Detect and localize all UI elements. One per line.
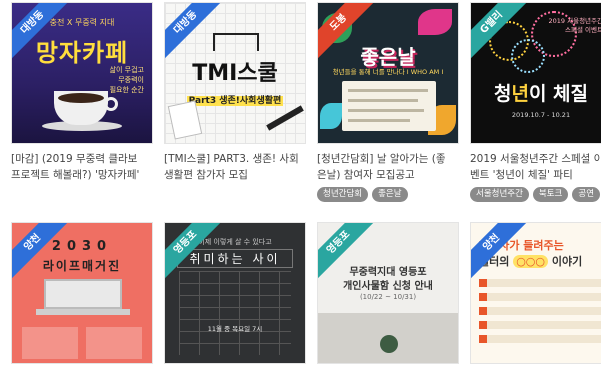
- schedule-line: [348, 89, 428, 92]
- paper-graphic: [167, 100, 203, 140]
- tag-list: 청년간담회 좋은날: [317, 187, 459, 202]
- card-thumbnail[interactable]: 영등포 이제 이렇게 살 수 있다고 취미하는 사이 11월 중 목요일 7시: [164, 222, 306, 364]
- card-thumbnail[interactable]: 양천 현직자가 들려주는 월터의 ○○○ 이야기: [470, 222, 601, 364]
- thumb-subtitle: 청년들을 통해 너를 만나다 I WHO AM I: [332, 68, 444, 76]
- school-roof-graphic: [213, 33, 259, 51]
- schedule-line: [348, 119, 410, 122]
- pen-graphic: [266, 105, 304, 131]
- schedule-line: [348, 109, 424, 112]
- thumb-title: 청년이 체질: [493, 83, 589, 105]
- schedule-row: [479, 293, 601, 301]
- thumb-side-text: 삶이 무겁고 무중력이 필요한 순간: [109, 66, 144, 94]
- info-column: [22, 327, 78, 359]
- district-badge: 대방동: [165, 3, 225, 62]
- card-caption[interactable]: [청년간담회] 날 알아가는 (좋은날) 참여자 모집공고: [317, 151, 459, 183]
- tag-chip[interactable]: 좋은날: [372, 187, 408, 202]
- program-card[interactable]: 양천 2030 라이프매거진: [11, 222, 153, 364]
- schedule-row: [479, 321, 601, 329]
- tag-chip[interactable]: 공연: [572, 187, 601, 202]
- thumb-title: 망자카페: [35, 39, 129, 67]
- program-card[interactable]: 영등포 이제 이렇게 살 수 있다고 취미하는 사이 11월 중 목요일 7시: [164, 222, 306, 364]
- program-card[interactable]: 도봉 좋은날 청년들을 통해 너를 만나다 I WHO AM I [청년간담회]…: [317, 2, 459, 202]
- cup-handle-graphic: [104, 97, 118, 111]
- card-caption[interactable]: 2019 서울청년주간 스페셜 이벤트 '청년이 체질' 파티: [470, 151, 601, 183]
- card-caption[interactable]: [마감] (2019 무중력 클라보 프로젝트 해볼래?) '망자카페': [11, 151, 153, 183]
- program-card[interactable]: 대방동 충전 X 무중력 지대 망자카페 삶이 무겁고 무중력이 필요한 순간 …: [11, 2, 153, 183]
- program-card[interactable]: 양천 현직자가 들려주는 월터의 ○○○ 이야기: [470, 222, 601, 364]
- thumb-title-line2: 월터의 ○○○ 이야기: [479, 255, 583, 268]
- card-thumbnail[interactable]: 영등포 무중력지대 영등포 개인사물함 신청 안내 (10/22 ~ 10/31…: [317, 222, 459, 364]
- info-columns: [22, 327, 142, 359]
- keyboard-graphic: [36, 309, 130, 315]
- leaf-decoration: [418, 9, 452, 35]
- brand-emblem-icon: [380, 335, 398, 353]
- thumb-date: 2019.10.7 - 10.21: [511, 111, 571, 119]
- card-thumbnail[interactable]: 대방동 충전 X 무중력 지대 망자카페 삶이 무겁고 무중력이 필요한 순간: [11, 2, 153, 144]
- schedule-row: [479, 279, 601, 287]
- program-card[interactable]: 대방동 TMI스쿨 Part3 생존!사회생활편 [TMI스쿨] PART3. …: [164, 2, 306, 183]
- thumb-title: 라이프매거진: [42, 259, 122, 273]
- leaf-decoration: [320, 103, 342, 129]
- thumb-title: 취미하는 사이: [177, 249, 293, 268]
- thumb-side-text: 2019 서울청년주간 스페셜 이벤트: [548, 17, 601, 34]
- tag-list: 서울청년주간 북토크 공연: [470, 187, 601, 202]
- thumb-detail: 11월 중 목요일 7시: [207, 325, 263, 333]
- card-thumbnail[interactable]: 양천 2030 라이프매거진: [11, 222, 153, 364]
- schedule-row: [479, 335, 601, 343]
- tag-chip[interactable]: 서울청년주간: [470, 187, 529, 202]
- thumb-date: (10/22 ~ 10/31): [359, 293, 417, 301]
- laptop-graphic: [44, 279, 122, 309]
- thumb-title-line2: 개인사물함 신청 안내: [343, 281, 433, 292]
- program-card[interactable]: 영등포 무중력지대 영등포 개인사물함 신청 안내 (10/22 ~ 10/31…: [317, 222, 459, 364]
- program-card[interactable]: G밸리 2019 서울청년주간 스페셜 이벤트 청년이 체질 2019.10.7…: [470, 2, 601, 202]
- schedule-line: [348, 99, 418, 102]
- tag-chip[interactable]: 청년간담회: [317, 187, 369, 202]
- card-thumbnail[interactable]: G밸리 2019 서울청년주간 스페셜 이벤트 청년이 체질 2019.10.7…: [470, 2, 601, 144]
- card-caption[interactable]: [TMI스쿨] PART3. 생존! 사회생활편 참가자 모집: [164, 151, 306, 183]
- card-thumbnail[interactable]: 도봉 좋은날 청년들을 통해 너를 만나다 I WHO AM I: [317, 2, 459, 144]
- info-column: [86, 327, 142, 359]
- grid-decoration: [179, 271, 291, 355]
- tag-chip[interactable]: 북토크: [532, 187, 569, 202]
- thumb-title: 무중력지대 영등포: [349, 267, 427, 278]
- card-thumbnail[interactable]: 대방동 TMI스쿨 Part3 생존!사회생활편: [164, 2, 306, 144]
- thumb-title: TMI스쿨: [192, 61, 278, 86]
- firework-decoration: [511, 39, 545, 73]
- schedule-row: [479, 307, 601, 315]
- coffee-graphic: [58, 93, 104, 103]
- schedule-rows: [479, 279, 601, 349]
